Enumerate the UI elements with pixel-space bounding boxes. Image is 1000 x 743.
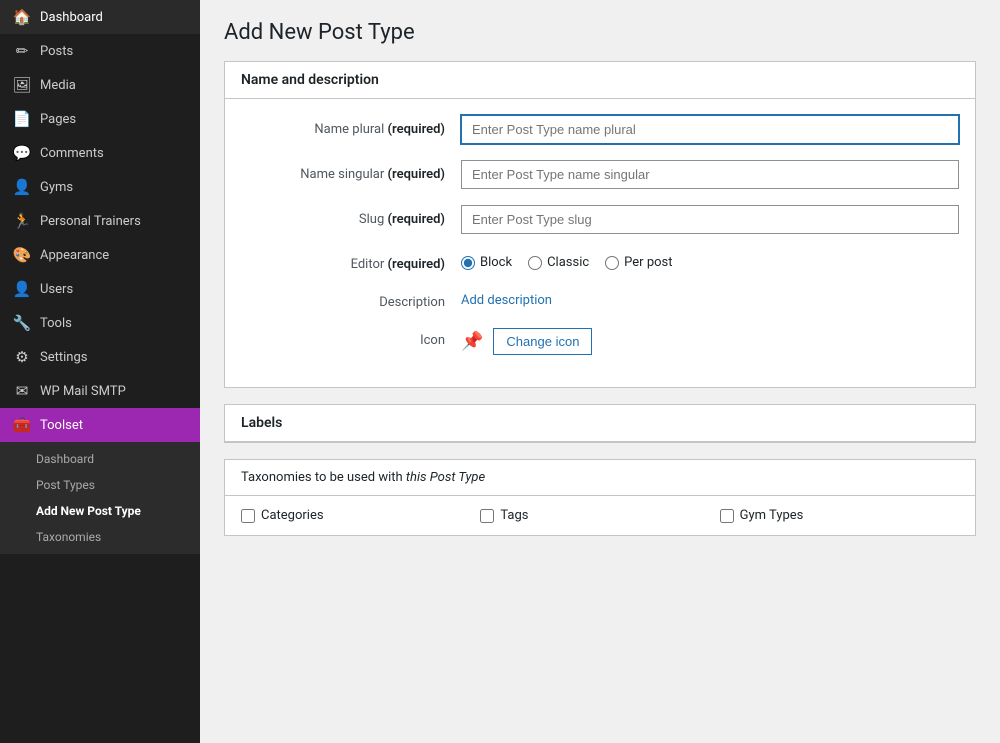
comments-icon: 💬 <box>12 144 32 162</box>
name-plural-label: Name plural (required) <box>241 115 461 137</box>
name-description-header: Name and description <box>225 62 975 99</box>
slug-label: Slug (required) <box>241 205 461 227</box>
sidebar-item-toolset[interactable]: 🧰 Toolset <box>0 408 200 442</box>
sidebar-item-wp-mail-smtp[interactable]: ✉ WP Mail SMTP <box>0 374 200 408</box>
toolset-icon: 🧰 <box>12 416 32 434</box>
name-singular-label: Name singular (required) <box>241 160 461 182</box>
posts-icon: ✏ <box>12 42 32 60</box>
sidebar-item-label: Posts <box>40 44 73 59</box>
slug-input[interactable] <box>461 205 959 234</box>
editor-classic-option[interactable]: Classic <box>528 255 589 270</box>
icon-row: Icon 📌 Change icon <box>241 326 959 355</box>
sidebar-item-label: Toolset <box>40 418 83 433</box>
editor-block-radio[interactable] <box>461 256 475 270</box>
editor-radio-group: Block Classic Per post <box>461 250 673 270</box>
main-content: Add New Post Type Name and description N… <box>200 0 1000 743</box>
name-description-card: Name and description Name plural (requir… <box>224 61 976 388</box>
editor-perpost-radio[interactable] <box>605 256 619 270</box>
sidebar-item-posts[interactable]: ✏ Posts <box>0 34 200 68</box>
sidebar-item-label: Users <box>40 282 73 297</box>
sidebar-item-label: Tools <box>40 316 72 331</box>
sidebar-item-appearance[interactable]: 🎨 Appearance <box>0 238 200 272</box>
icon-controls: 📌 Change icon <box>461 326 592 355</box>
sidebar: 🏠 Dashboard ✏ Posts 🖼 Media 📄 Pages 💬 Co… <box>0 0 200 743</box>
sidebar-sub-item-add-new-post-type[interactable]: Add New Post Type <box>0 498 200 524</box>
change-icon-button[interactable]: Change icon <box>493 328 592 355</box>
labels-card: Labels <box>224 404 976 443</box>
taxonomies-checkboxes: Categories Tags Gym Types <box>225 496 975 535</box>
sidebar-item-label: Personal Trainers <box>40 214 141 229</box>
tags-checkbox[interactable] <box>480 509 494 523</box>
gyms-icon: 👤 <box>12 178 32 196</box>
sidebar-item-label: Appearance <box>40 248 109 263</box>
sidebar-item-label: Media <box>40 78 76 93</box>
sidebar-item-gyms[interactable]: 👤 Gyms <box>0 170 200 204</box>
taxonomies-card: Taxonomies to be used with this Post Typ… <box>224 459 976 536</box>
name-singular-input[interactable] <box>461 160 959 189</box>
name-plural-row: Name plural (required) <box>241 115 959 144</box>
editor-classic-radio[interactable] <box>528 256 542 270</box>
mail-icon: ✉ <box>12 382 32 400</box>
icon-label: Icon <box>241 326 461 348</box>
name-plural-input[interactable] <box>461 115 959 144</box>
settings-icon: ⚙ <box>12 348 32 366</box>
description-label: Description <box>241 288 461 310</box>
tax-item-tags: Tags <box>480 508 719 523</box>
labels-header: Labels <box>225 405 975 442</box>
sidebar-item-comments[interactable]: 💬 Comments <box>0 136 200 170</box>
sidebar-sub-item-dashboard[interactable]: Dashboard <box>0 446 200 472</box>
taxonomies-header: Taxonomies to be used with this Post Typ… <box>225 460 975 496</box>
dashboard-icon: 🏠 <box>12 8 32 26</box>
page-title: Add New Post Type <box>224 20 976 45</box>
categories-checkbox[interactable] <box>241 509 255 523</box>
tools-icon: 🔧 <box>12 314 32 332</box>
sidebar-item-label: Settings <box>40 350 87 365</box>
pages-icon: 📄 <box>12 110 32 128</box>
name-singular-row: Name singular (required) <box>241 160 959 189</box>
sidebar-item-label: Dashboard <box>40 10 103 25</box>
sidebar-item-users[interactable]: 👤 Users <box>0 272 200 306</box>
sidebar-item-tools[interactable]: 🔧 Tools <box>0 306 200 340</box>
sidebar-item-label: Comments <box>40 146 104 161</box>
sidebar-item-dashboard[interactable]: 🏠 Dashboard <box>0 0 200 34</box>
sidebar-item-label: Pages <box>40 112 76 127</box>
name-description-body: Name plural (required) Name singular (re… <box>225 99 975 387</box>
personal-trainers-icon: 🏃 <box>12 212 32 230</box>
pin-icon: 📌 <box>461 331 483 352</box>
sidebar-sub-item-taxonomies[interactable]: Taxonomies <box>0 524 200 550</box>
editor-row: Editor (required) Block Classic Per post <box>241 250 959 272</box>
sidebar-item-label: WP Mail SMTP <box>40 384 126 399</box>
media-icon: 🖼 <box>12 76 32 94</box>
sidebar-item-media[interactable]: 🖼 Media <box>0 68 200 102</box>
sidebar-sub-menu: Dashboard Post Types Add New Post Type T… <box>0 442 200 554</box>
sidebar-item-pages[interactable]: 📄 Pages <box>0 102 200 136</box>
sidebar-item-settings[interactable]: ⚙ Settings <box>0 340 200 374</box>
appearance-icon: 🎨 <box>12 246 32 264</box>
editor-label: Editor (required) <box>241 250 461 272</box>
tax-item-gym-types: Gym Types <box>720 508 959 523</box>
sidebar-item-personal-trainers[interactable]: 🏃 Personal Trainers <box>0 204 200 238</box>
sidebar-sub-item-post-types[interactable]: Post Types <box>0 472 200 498</box>
editor-perpost-option[interactable]: Per post <box>605 255 672 270</box>
slug-row: Slug (required) <box>241 205 959 234</box>
tax-item-categories: Categories <box>241 508 480 523</box>
users-icon: 👤 <box>12 280 32 298</box>
description-row: Description Add description <box>241 288 959 310</box>
editor-block-option[interactable]: Block <box>461 255 512 270</box>
add-description-link[interactable]: Add description <box>461 288 552 308</box>
sidebar-item-label: Gyms <box>40 180 73 195</box>
gym-types-checkbox[interactable] <box>720 509 734 523</box>
